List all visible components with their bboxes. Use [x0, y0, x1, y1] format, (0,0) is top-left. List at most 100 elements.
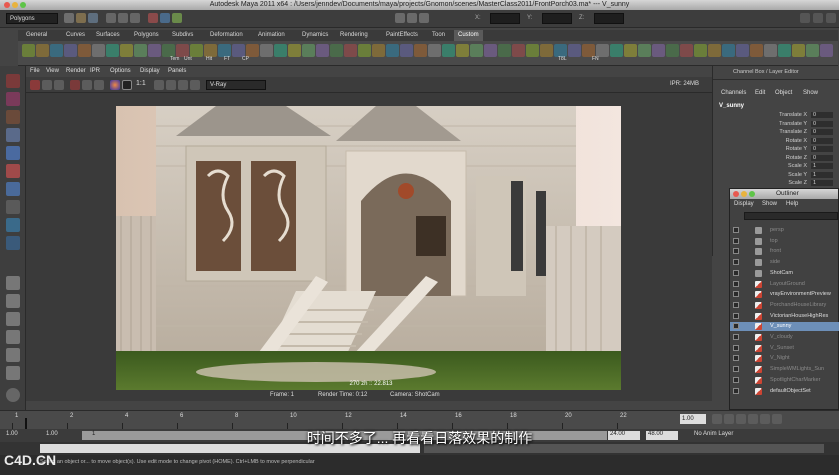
shelf-tab-subdivs[interactable]: Subdivs: [168, 30, 197, 41]
redo-render-icon[interactable]: [30, 80, 40, 90]
outliner-close-icon[interactable]: [733, 191, 739, 197]
save-scene-icon[interactable]: [88, 13, 98, 23]
keep-image-icon[interactable]: [154, 80, 164, 90]
channel-attribute-value[interactable]: 0: [811, 154, 833, 161]
shelf-tool-icon[interactable]: [750, 44, 763, 57]
shelf-tool-icon[interactable]: [484, 44, 497, 57]
channel-box-menu-object[interactable]: Object: [775, 90, 792, 96]
outliner-menu-display[interactable]: Display: [734, 201, 754, 207]
layout-vertical-icon[interactable]: [6, 330, 20, 344]
outliner-zoom-icon[interactable]: [749, 191, 755, 197]
current-time-field[interactable]: 1.00: [680, 414, 706, 424]
ipr-render-icon[interactable]: [407, 13, 417, 23]
shelf-tool-icon[interactable]: [50, 44, 63, 57]
panel-menu-ipr[interactable]: IPR: [90, 66, 100, 77]
snap-curve-icon[interactable]: [160, 13, 170, 23]
layout-hypershade-icon[interactable]: [6, 312, 20, 326]
shelf-tab-toon[interactable]: Toon: [428, 30, 449, 41]
expand-icon[interactable]: [733, 312, 739, 319]
shelf-tool-icon[interactable]: [540, 44, 553, 57]
outliner-item[interactable]: ShotCam: [730, 269, 839, 278]
render-globals-icon[interactable]: [94, 80, 104, 90]
outliner-item[interactable]: top: [730, 237, 839, 246]
expand-icon[interactable]: [733, 301, 739, 308]
channel-attribute-row[interactable]: Translate Y 0: [779, 120, 833, 127]
channel-attribute-row[interactable]: Rotate Y 0: [786, 146, 833, 152]
layout-single-icon[interactable]: [6, 218, 20, 232]
shelf-tab-rendering[interactable]: Rendering: [336, 30, 372, 41]
shelf-tool-icon[interactable]: [358, 44, 371, 57]
layout-four-icon[interactable]: [6, 236, 20, 250]
shelf-tool-icon[interactable]: [36, 44, 49, 57]
go-to-end-icon[interactable]: [772, 414, 782, 424]
channel-attribute-value[interactable]: 0: [811, 146, 833, 152]
display-alpha-icon[interactable]: [122, 80, 132, 90]
shelf-tool-icon[interactable]: [778, 44, 791, 57]
shelf-tool-icon[interactable]: [512, 44, 525, 57]
outliner-item[interactable]: LayoutGround: [730, 280, 839, 289]
snap-point-icon[interactable]: [172, 13, 182, 23]
shelf-tool-icon[interactable]: [274, 44, 287, 57]
shelf-tool-icon[interactable]: [302, 44, 315, 57]
outliner-filter-field[interactable]: [744, 212, 838, 220]
channel-attribute-row[interactable]: Rotate Z 0: [786, 154, 833, 161]
select-object-icon[interactable]: [118, 13, 128, 23]
shelf-tool-icon[interactable]: [344, 44, 357, 57]
shelf-tool-icon[interactable]: [764, 44, 777, 57]
shelf-tool-icon[interactable]: [722, 44, 735, 57]
shelf-tool-icon[interactable]: [106, 44, 119, 57]
remove-image-icon[interactable]: [166, 80, 176, 90]
toolbox-settings-icon[interactable]: [6, 388, 20, 402]
channel-box-menu-edit[interactable]: Edit: [755, 90, 765, 96]
channel-attribute-row[interactable]: Scale Y 1: [788, 171, 833, 178]
scale-tool-icon[interactable]: [6, 164, 20, 178]
show-attribute-editor-icon[interactable]: [800, 13, 810, 23]
layout-render-view-icon[interactable]: [6, 348, 20, 362]
channel-attribute-value[interactable]: 0: [811, 120, 833, 127]
expand-icon[interactable]: [733, 344, 739, 351]
outliner-item[interactable]: V_cloudy: [730, 333, 839, 342]
outliner-item[interactable]: V_sunny: [730, 322, 839, 332]
shelf-tool-icon[interactable]: [792, 44, 805, 57]
rendered-image[interactable]: 270 zh :: 22.813: [116, 106, 621, 390]
outliner-item[interactable]: persp: [730, 226, 839, 235]
shelf-tool-icon[interactable]: [638, 44, 651, 57]
menu-set-dropdown[interactable]: Polygons: [6, 13, 58, 24]
channel-attribute-value[interactable]: 0: [811, 129, 833, 135]
channel-attribute-value[interactable]: 0: [811, 112, 833, 118]
channel-box-menu-show[interactable]: Show: [803, 90, 818, 96]
zoom-window-icon[interactable]: [20, 2, 26, 8]
shelf-tab-custom[interactable]: Custom: [454, 30, 483, 41]
open-scene-icon[interactable]: [76, 13, 86, 23]
shelf-tool-icon[interactable]: [666, 44, 679, 57]
expand-icon[interactable]: [733, 366, 739, 373]
layout-persp-outliner-icon[interactable]: [6, 276, 20, 290]
camera-dropdown[interactable]: V-Ray: [206, 80, 266, 90]
camera-settings-icon[interactable]: [190, 80, 200, 90]
display-rgb-icon[interactable]: [110, 80, 120, 90]
show-channel-box-icon[interactable]: [826, 13, 836, 23]
field-y-input[interactable]: [542, 13, 572, 24]
shelf-tool-icon[interactable]: [148, 44, 161, 57]
shelf-tool-icon[interactable]: [526, 44, 539, 57]
shelf-tool-icon[interactable]: [78, 44, 91, 57]
shelf-tool-icon[interactable]: [386, 44, 399, 57]
move-tool-icon[interactable]: [6, 128, 20, 142]
shelf-tab-deformation[interactable]: Deformation: [206, 30, 247, 41]
expand-icon[interactable]: [733, 387, 739, 394]
shelf-tool-icon[interactable]: [568, 44, 581, 57]
expand-icon[interactable]: [733, 355, 739, 362]
shelf-tool-icon[interactable]: [624, 44, 637, 57]
lasso-tool-icon[interactable]: [6, 92, 20, 106]
expand-icon[interactable]: [733, 334, 739, 340]
shelf-tool-icon[interactable]: [92, 44, 105, 57]
shelf-tool-icon[interactable]: [498, 44, 511, 57]
go-to-start-icon[interactable]: [712, 414, 722, 424]
render-region-icon[interactable]: [42, 80, 52, 90]
paint-select-tool-icon[interactable]: [6, 110, 20, 124]
shelf-tool-icon[interactable]: [330, 44, 343, 57]
shelf-tool-icon[interactable]: [652, 44, 665, 57]
shelf-tool-icon[interactable]: [708, 44, 721, 57]
render-settings-icon[interactable]: [419, 13, 429, 23]
shelf-tab-curves[interactable]: Curves: [62, 30, 89, 41]
